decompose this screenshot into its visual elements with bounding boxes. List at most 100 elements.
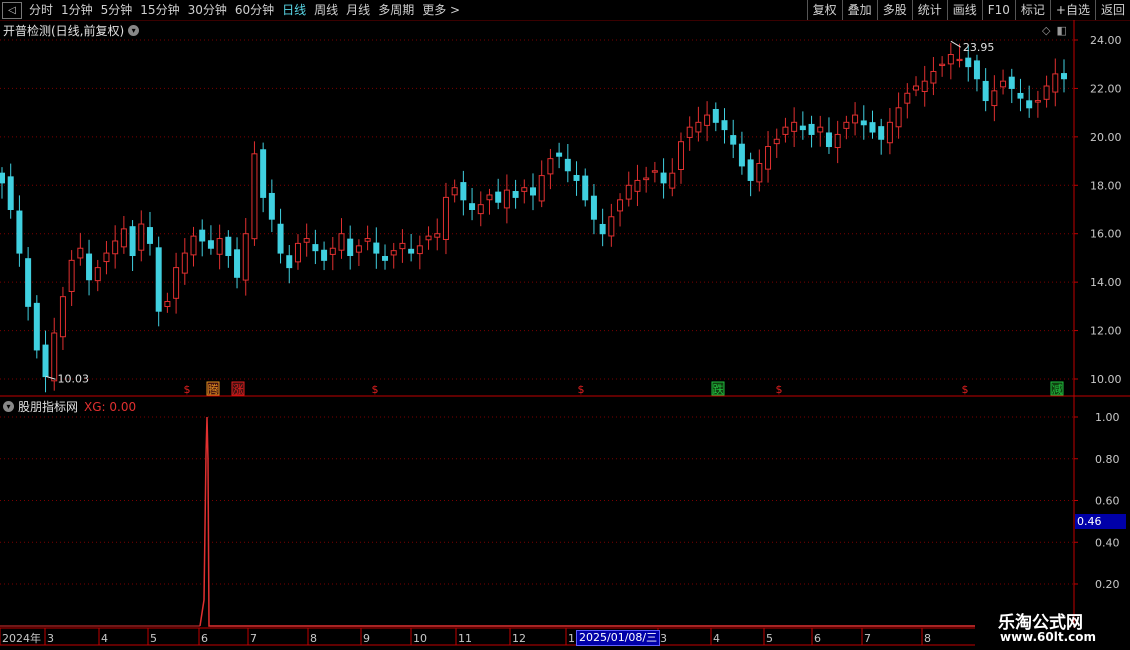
sub-tick-label-4: 0.20 bbox=[1095, 578, 1120, 591]
price-tick-label-6: 12.00 bbox=[1090, 325, 1122, 338]
candle-body bbox=[94, 267, 101, 282]
candle-body bbox=[103, 252, 110, 263]
candle-body bbox=[190, 235, 197, 256]
candle-body bbox=[495, 191, 502, 203]
candle-body bbox=[434, 233, 441, 238]
candle-body bbox=[373, 242, 380, 254]
time-label-5: 7 bbox=[250, 632, 257, 645]
candle-body bbox=[538, 175, 545, 202]
candle-body bbox=[895, 107, 902, 128]
watermark-url: www.60lt.com bbox=[1000, 630, 1097, 644]
candle-body bbox=[68, 259, 75, 292]
candle-body bbox=[825, 132, 832, 148]
time-label-13: 4 bbox=[713, 632, 720, 645]
candle-body bbox=[521, 187, 528, 192]
candle-body bbox=[1026, 100, 1033, 109]
time-label-2: 4 bbox=[101, 632, 108, 645]
signal-marker-1: 腾 bbox=[208, 382, 219, 396]
price-tick-label-2: 20.00 bbox=[1090, 131, 1122, 144]
candle-body bbox=[173, 267, 180, 299]
signal-marker-3: $ bbox=[372, 383, 379, 396]
candle-body bbox=[425, 235, 432, 241]
candle-body bbox=[51, 332, 58, 382]
candle-body bbox=[164, 301, 171, 308]
signal-marker-0: $ bbox=[184, 383, 191, 396]
sub-tick-label-0: 1.00 bbox=[1095, 411, 1120, 424]
signal-marker-6: $ bbox=[776, 383, 783, 396]
candle-body bbox=[947, 54, 954, 65]
candle-body bbox=[451, 187, 458, 196]
candle-body bbox=[582, 175, 589, 201]
time-label-10: 12 bbox=[512, 632, 526, 645]
candle-body bbox=[965, 57, 972, 68]
candle-body bbox=[747, 159, 754, 181]
candle-body bbox=[904, 92, 911, 104]
candle-body bbox=[756, 162, 763, 183]
candle-body bbox=[913, 85, 920, 91]
candle-body bbox=[477, 204, 484, 215]
candle-body bbox=[408, 248, 415, 254]
price-tick-label-3: 18.00 bbox=[1090, 179, 1122, 192]
time-label-17: 8 bbox=[924, 632, 931, 645]
candle-body bbox=[973, 60, 980, 80]
candle-body bbox=[312, 244, 319, 252]
candle-body bbox=[242, 233, 249, 281]
candle-body bbox=[939, 63, 946, 67]
time-label-4: 6 bbox=[201, 632, 208, 645]
candle-body bbox=[765, 146, 772, 170]
candle-body bbox=[469, 203, 476, 210]
candle-body bbox=[338, 233, 345, 251]
time-label-12: 3 bbox=[660, 632, 667, 645]
candle-body bbox=[321, 249, 328, 261]
price-tick-label-5: 14.00 bbox=[1090, 276, 1122, 289]
candle-body bbox=[651, 170, 658, 173]
candle-body bbox=[33, 302, 40, 351]
candle-body bbox=[608, 216, 615, 237]
candle-body bbox=[564, 158, 571, 172]
candle-body bbox=[704, 114, 711, 126]
selected-date: 2025/01/08/三 bbox=[576, 630, 661, 646]
candle-body bbox=[721, 120, 728, 131]
candle-body bbox=[207, 240, 214, 249]
time-label-9: 11 bbox=[458, 632, 472, 645]
candle-body bbox=[364, 238, 371, 242]
candle-body bbox=[442, 196, 449, 240]
sub-tick-label-1: 0.80 bbox=[1095, 453, 1120, 466]
candle-body bbox=[382, 255, 389, 261]
candle-body bbox=[399, 242, 406, 250]
time-label-14: 5 bbox=[766, 632, 773, 645]
candle-body bbox=[547, 158, 554, 175]
candle-body bbox=[886, 121, 893, 144]
candle-body bbox=[138, 223, 145, 251]
candle-body bbox=[225, 236, 232, 257]
candle-body bbox=[695, 121, 702, 133]
candle-body bbox=[260, 149, 267, 198]
candle-body bbox=[808, 123, 815, 135]
candle-body bbox=[86, 253, 93, 281]
high-price-label: 23.95 bbox=[963, 41, 995, 54]
candle-body bbox=[852, 114, 859, 124]
stock-chart[interactable]: 24.00 22.00 20.00 18.00 16.00 14.00 12.00 10.00… bbox=[0, 0, 1130, 650]
candle-body bbox=[0, 172, 5, 184]
candle-body bbox=[617, 199, 624, 212]
price-tick-label-0: 24.00 bbox=[1090, 34, 1122, 47]
candle-body bbox=[930, 70, 937, 84]
candle-body bbox=[59, 296, 66, 338]
sub-tick-label-2: 0.60 bbox=[1095, 495, 1120, 508]
candle-body bbox=[251, 153, 258, 240]
candle-body bbox=[416, 245, 423, 255]
candle-body bbox=[77, 247, 84, 259]
candle-body bbox=[573, 174, 580, 181]
signal-marker-2: 涨 bbox=[233, 383, 244, 396]
candle-body bbox=[817, 126, 824, 133]
candle-body bbox=[791, 121, 798, 132]
candle-body bbox=[1000, 80, 1007, 88]
candle-body bbox=[878, 126, 885, 140]
candle-body bbox=[1043, 85, 1050, 100]
signal-marker-8: 减 bbox=[1052, 383, 1063, 396]
candle-body bbox=[921, 80, 928, 92]
time-label-6: 8 bbox=[310, 632, 317, 645]
candle-body bbox=[843, 121, 850, 129]
candle-body bbox=[503, 189, 510, 209]
candle-body bbox=[712, 108, 719, 123]
